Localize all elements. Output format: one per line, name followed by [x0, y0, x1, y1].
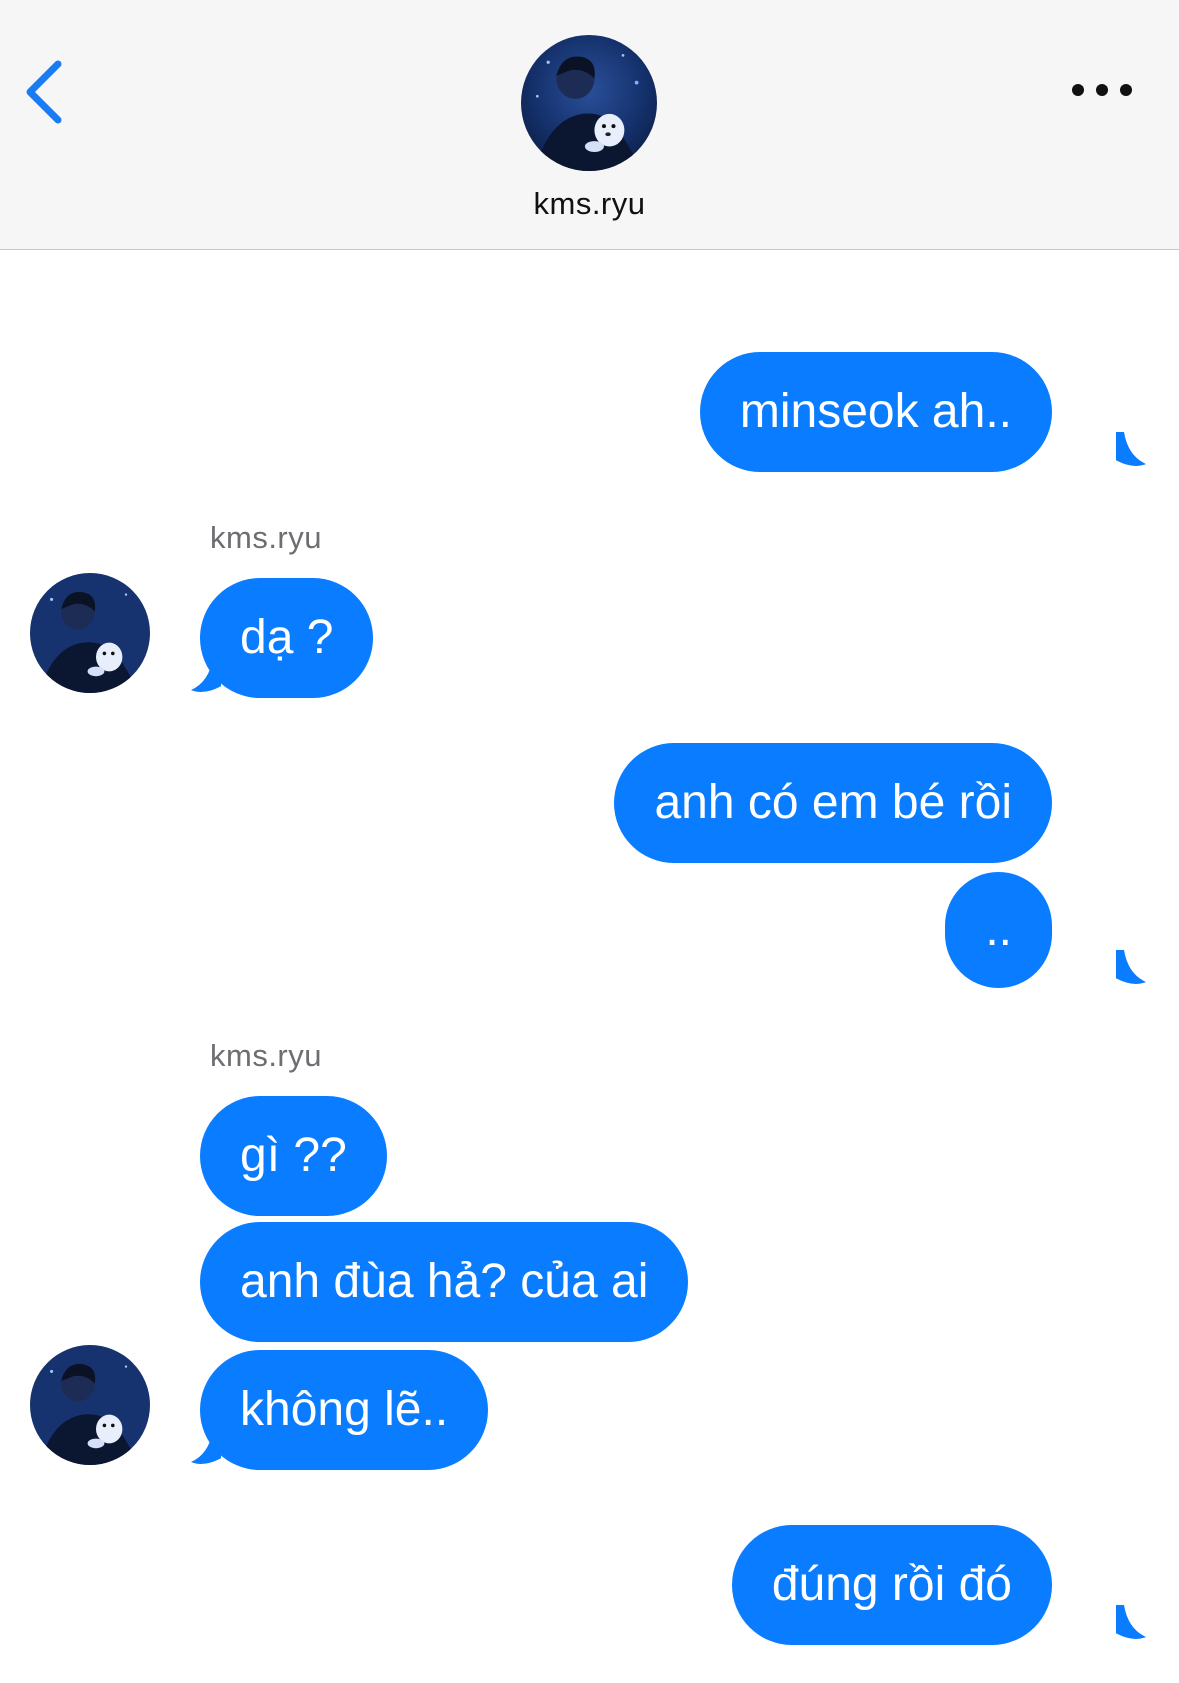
- bubble-tail: [1116, 950, 1156, 990]
- message-bubble-received[interactable]: anh đùa hả? của ai: [200, 1222, 689, 1342]
- message-bubble-sent[interactable]: đúng rồi đó: [731, 1525, 1052, 1645]
- contact-avatar-small[interactable]: [30, 573, 150, 693]
- message-bubble-sent[interactable]: ..: [945, 872, 1052, 988]
- chat-screen: kms.ryu minseok ah.. kms.ryu dạ ? anh có…: [0, 0, 1179, 1683]
- chevron-left-icon: [26, 60, 62, 124]
- contact-name[interactable]: kms.ryu: [0, 186, 1179, 222]
- message-bubble-received[interactable]: gì ??: [200, 1096, 387, 1216]
- message-bubble-sent[interactable]: anh có em bé rồi: [614, 743, 1052, 863]
- back-button[interactable]: [22, 52, 72, 132]
- bubble-tail: [1116, 432, 1156, 472]
- chat-header: kms.ryu: [0, 0, 1179, 250]
- message-bubble-received[interactable]: không lẽ..: [200, 1350, 489, 1470]
- sender-label: kms.ryu: [210, 520, 322, 555]
- more-options-button[interactable]: [1070, 70, 1140, 110]
- contact-avatar-small[interactable]: [30, 1345, 150, 1465]
- message-bubble-sent[interactable]: minseok ah..: [699, 352, 1052, 472]
- contact-avatar[interactable]: [521, 35, 657, 171]
- ellipsis-icon: [1072, 84, 1132, 96]
- sender-label: kms.ryu: [210, 1038, 322, 1073]
- message-bubble-received[interactable]: dạ ?: [200, 578, 374, 698]
- bubble-tail: [1116, 1605, 1156, 1645]
